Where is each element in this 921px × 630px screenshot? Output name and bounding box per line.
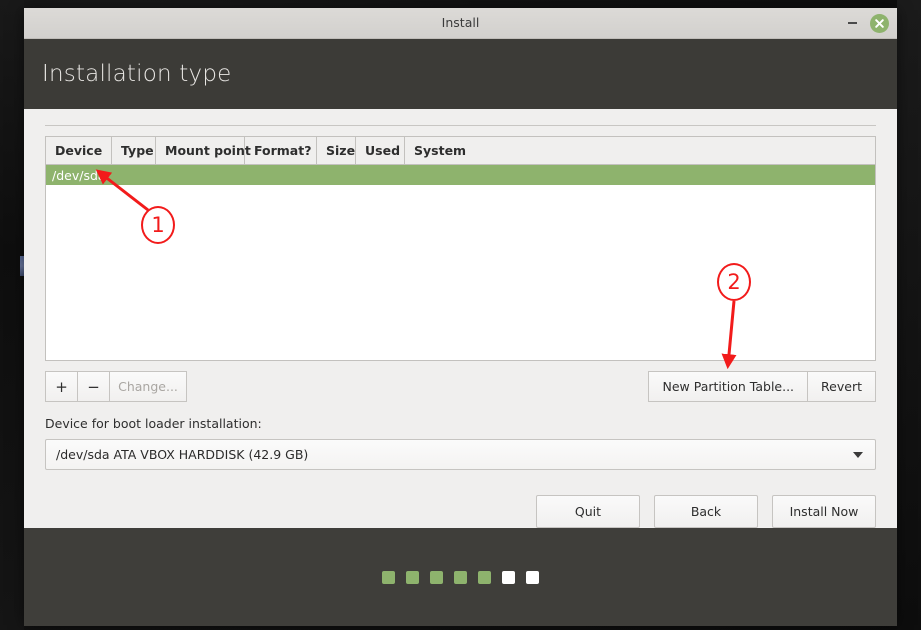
bootloader-selected-value: /dev/sda ATA VBOX HARDDISK (42.9 GB) [56,447,309,462]
window-titlebar: Install [24,8,897,39]
column-header-type[interactable]: Type [112,137,156,164]
revert-button[interactable]: Revert [807,371,876,402]
partition-action-row: + − Change... New Partition Table... Rev… [45,371,876,402]
column-header-used[interactable]: Used [356,137,405,164]
column-header-format[interactable]: Format? [245,137,317,164]
partition-table[interactable]: Device Type Mount point Format? Size Use… [45,136,876,361]
progress-step-indicator [382,570,539,584]
column-header-device[interactable]: Device [46,137,112,164]
desktop-left-edge [0,0,24,630]
window-title: Install [441,15,480,30]
bootloader-label: Device for boot loader installation: [45,416,262,431]
column-header-size[interactable]: Size [317,137,356,164]
column-header-system[interactable]: System [405,137,875,164]
navigation-buttons: Quit Back Install Now [45,495,876,528]
remove-partition-button[interactable]: − [77,371,109,402]
progress-dot-7 [526,570,539,584]
annotation-marker-1: 1 [141,206,175,244]
install-window: Install Installation type Device Type Mo… [24,8,897,626]
install-now-button[interactable]: Install Now [772,495,876,528]
new-partition-table-button[interactable]: New Partition Table... [648,371,808,402]
close-icon[interactable] [870,13,889,33]
change-partition-button: Change... [109,371,187,402]
annotation-marker-2: 2 [717,263,751,301]
add-partition-button[interactable]: + [45,371,77,402]
partition-table-group: New Partition Table... Revert [648,371,876,402]
page-title: Installation type [42,61,232,87]
table-cell-device: /dev/sda [52,167,106,183]
window-controls [845,13,889,33]
close-x-glyph [875,18,884,28]
page-header: Installation type [24,39,897,109]
table-header-row: Device Type Mount point Format? Size Use… [46,137,875,165]
progress-dot-3 [430,570,443,584]
chevron-down-icon [853,451,863,458]
column-header-mount-point[interactable]: Mount point [156,137,251,164]
minimize-icon[interactable] [845,16,859,30]
minimize-bar [847,22,857,24]
table-row[interactable]: /dev/sda [46,165,875,185]
main-content: Device Type Mount point Format? Size Use… [24,109,897,528]
installer-footer [24,528,897,626]
back-button[interactable]: Back [654,495,758,528]
progress-dot-5 [478,570,491,584]
progress-dot-1 [382,570,395,584]
partition-edit-group: + − Change... [45,371,187,402]
progress-dot-4 [454,570,467,584]
bootloader-device-select[interactable]: /dev/sda ATA VBOX HARDDISK (42.9 GB) [45,439,876,470]
quit-button[interactable]: Quit [536,495,640,528]
progress-dot-2 [406,570,419,584]
progress-dot-6 [502,570,515,584]
desktop-right-edge [897,0,921,630]
content-divider [45,125,876,126]
